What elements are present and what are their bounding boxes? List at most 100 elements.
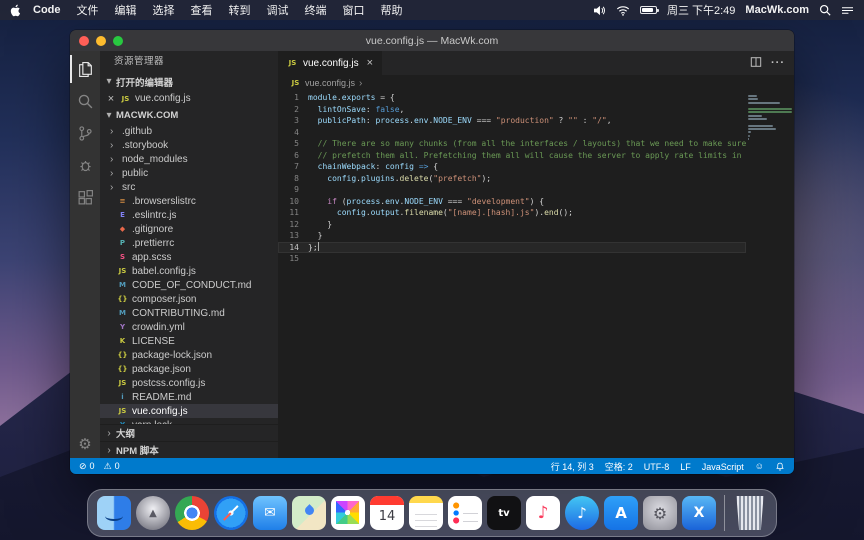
calendar-dock-icon[interactable]: 14 — [370, 496, 404, 530]
tree-item-babel.config.js[interactable]: JSbabel.config.js — [100, 264, 278, 278]
code-line-5[interactable]: 5 // There are so many chunks (from all … — [278, 138, 746, 150]
zoom-window-button[interactable] — [113, 36, 123, 46]
npm-scripts-section-header[interactable]: › NPM 脚本 — [100, 441, 278, 458]
extensions-icon[interactable] — [70, 183, 100, 211]
finder-dock-icon[interactable] — [97, 496, 131, 530]
tree-item-LICENSE[interactable]: KLICENSE — [100, 334, 278, 348]
menu-item-9[interactable]: 帮助 — [373, 2, 411, 18]
tree-item-CODE_OF_CONDUCT.md[interactable]: MCODE_OF_CONDUCT.md — [100, 278, 278, 292]
source-control-icon[interactable] — [70, 119, 100, 147]
menu-item-6[interactable]: 调试 — [259, 2, 297, 18]
close-tab-icon[interactable]: × — [367, 57, 373, 69]
code-line-2[interactable]: 2 lintOnSave: false, — [278, 104, 746, 116]
menu-item-5[interactable]: 转到 — [221, 2, 259, 18]
menu-item-3[interactable]: 选择 — [145, 2, 183, 18]
statusbar-segment-4[interactable]: JavaScript — [702, 462, 744, 472]
menu-item-2[interactable]: 编辑 — [107, 2, 145, 18]
tree-item-package-lock.json[interactable]: {}package-lock.json — [100, 348, 278, 362]
tree-item-.browserslistrc[interactable]: ≡.browserslistrc — [100, 194, 278, 208]
itunes-dock-icon[interactable]: ♪ — [565, 496, 599, 530]
code-line-13[interactable]: 13 } — [278, 230, 746, 242]
menu-item-app[interactable]: Code — [25, 4, 69, 16]
tree-item-.prettierrc[interactable]: P.prettierrc — [100, 236, 278, 250]
tree-item-composer.json[interactable]: {}composer.json — [100, 292, 278, 306]
open-editors-header[interactable]: ▾ 打开的编辑器 — [100, 73, 278, 90]
music-dock-icon[interactable]: ♪ — [526, 496, 560, 530]
tree-item-.eslintrc.js[interactable]: E.eslintrc.js — [100, 208, 278, 222]
code-line-12[interactable]: 12 } — [278, 219, 746, 231]
open-editor-item[interactable]: × JS vue.config.js — [100, 90, 278, 107]
trash-dock-icon[interactable] — [733, 496, 767, 530]
apple-menu-icon[interactable] — [10, 4, 21, 17]
chrome-dock-icon[interactable] — [175, 496, 209, 530]
tree-item-README.md[interactable]: iREADME.md — [100, 390, 278, 404]
root-folder-header[interactable]: ▾ MACWK.COM — [100, 107, 278, 124]
tree-item-.gitignore[interactable]: ◆.gitignore — [100, 222, 278, 236]
menu-item-8[interactable]: 窗口 — [335, 2, 373, 18]
feedback-smiley-icon[interactable]: ☺ — [755, 461, 764, 471]
tree-item-postcss.config.js[interactable]: JSpostcss.config.js — [100, 376, 278, 390]
statusbar-segment-0[interactable]: 行 14, 列 3 — [551, 460, 594, 473]
safari-dock-icon[interactable] — [214, 496, 248, 530]
statusbar-segment-2[interactable]: UTF-8 — [644, 462, 670, 472]
close-icon[interactable]: × — [106, 93, 116, 105]
tree-item-public[interactable]: ›public — [100, 166, 278, 180]
outline-section-header[interactable]: › 大纲 — [100, 424, 278, 441]
code-line-11[interactable]: 11 config.output.filename("[name].[hash]… — [278, 207, 746, 219]
errors-indicator[interactable]: ⊘ 0 — [79, 461, 95, 472]
code-line-15[interactable]: 15 — [278, 253, 746, 265]
close-window-button[interactable] — [79, 36, 89, 46]
tree-item-package.json[interactable]: {}package.json — [100, 362, 278, 376]
xcode-dock-icon[interactable]: X — [682, 496, 716, 530]
statusbar-segment-1[interactable]: 空格: 2 — [605, 460, 633, 473]
debug-icon[interactable] — [70, 151, 100, 179]
breadcrumb[interactable]: JS vue.config.js › — [278, 75, 794, 91]
menubar-clock[interactable]: 周三 下午2:49 — [667, 2, 735, 18]
tree-item-.storybook[interactable]: ›.storybook — [100, 138, 278, 152]
code-line-9[interactable]: 9 — [278, 184, 746, 196]
window-titlebar[interactable]: vue.config.js — MacWk.com — [70, 30, 794, 51]
statusbar-segment-3[interactable]: LF — [680, 462, 691, 472]
photos-dock-icon[interactable] — [331, 496, 365, 530]
battery-icon[interactable] — [640, 6, 657, 14]
settings-dock-icon[interactable]: ⚙ — [643, 496, 677, 530]
code-line-1[interactable]: 1module.exports = { — [278, 92, 746, 104]
tree-item-src[interactable]: ›src — [100, 180, 278, 194]
split-editor-icon[interactable] — [750, 56, 762, 71]
menu-item-4[interactable]: 查看 — [183, 2, 221, 18]
explorer-icon[interactable] — [70, 55, 100, 83]
notification-center-icon[interactable] — [841, 5, 854, 16]
notifications-bell-icon[interactable] — [775, 461, 785, 472]
volume-icon[interactable] — [593, 5, 606, 16]
settings-icon[interactable]: ⚙ — [78, 437, 91, 452]
more-actions-icon[interactable]: ··· — [771, 57, 785, 69]
tree-item-crowdin.yml[interactable]: Ycrowdin.yml — [100, 320, 278, 334]
reminders-dock-icon[interactable] — [448, 496, 482, 530]
code-line-14[interactable]: 14}; — [278, 242, 746, 254]
code-line-10[interactable]: 10 if (process.env.NODE_ENV === "develop… — [278, 196, 746, 208]
code-line-7[interactable]: 7 chainWebpack: config => { — [278, 161, 746, 173]
search-icon[interactable] — [70, 87, 100, 115]
spotlight-search-icon[interactable] — [819, 4, 831, 16]
code-line-8[interactable]: 8 config.plugins.delete("prefetch"); — [278, 173, 746, 185]
maps-dock-icon[interactable] — [292, 496, 326, 530]
tv-dock-icon[interactable]: tv — [487, 496, 521, 530]
appstore-dock-icon[interactable]: A — [604, 496, 638, 530]
code-line-3[interactable]: 3 publicPath: process.env.NODE_ENV === "… — [278, 115, 746, 127]
menu-item-7[interactable]: 终端 — [297, 2, 335, 18]
code-editor[interactable]: 1module.exports = {2 lintOnSave: false,3… — [278, 91, 794, 458]
tree-item-.github[interactable]: ›.github — [100, 124, 278, 138]
notes-dock-icon[interactable] — [409, 496, 443, 530]
minimap[interactable] — [746, 91, 794, 458]
tree-item-node_modules[interactable]: ›node_modules — [100, 152, 278, 166]
code-line-6[interactable]: 6 // prefetch them all. Prefetching them… — [278, 150, 746, 162]
tree-item-CONTRIBUTING.md[interactable]: MCONTRIBUTING.md — [100, 306, 278, 320]
tree-item-vue.config.js[interactable]: JSvue.config.js — [100, 404, 278, 418]
launchpad-dock-icon[interactable]: ▲ — [136, 496, 170, 530]
warnings-indicator[interactable]: ⚠ 0 — [104, 461, 120, 472]
menu-item-1[interactable]: 文件 — [69, 2, 107, 18]
wifi-icon[interactable] — [616, 5, 630, 16]
tab-vue-config-js[interactable]: JS vue.config.js × — [278, 51, 382, 75]
tree-item-app.scss[interactable]: Sapp.scss — [100, 250, 278, 264]
code-line-4[interactable]: 4 — [278, 127, 746, 139]
